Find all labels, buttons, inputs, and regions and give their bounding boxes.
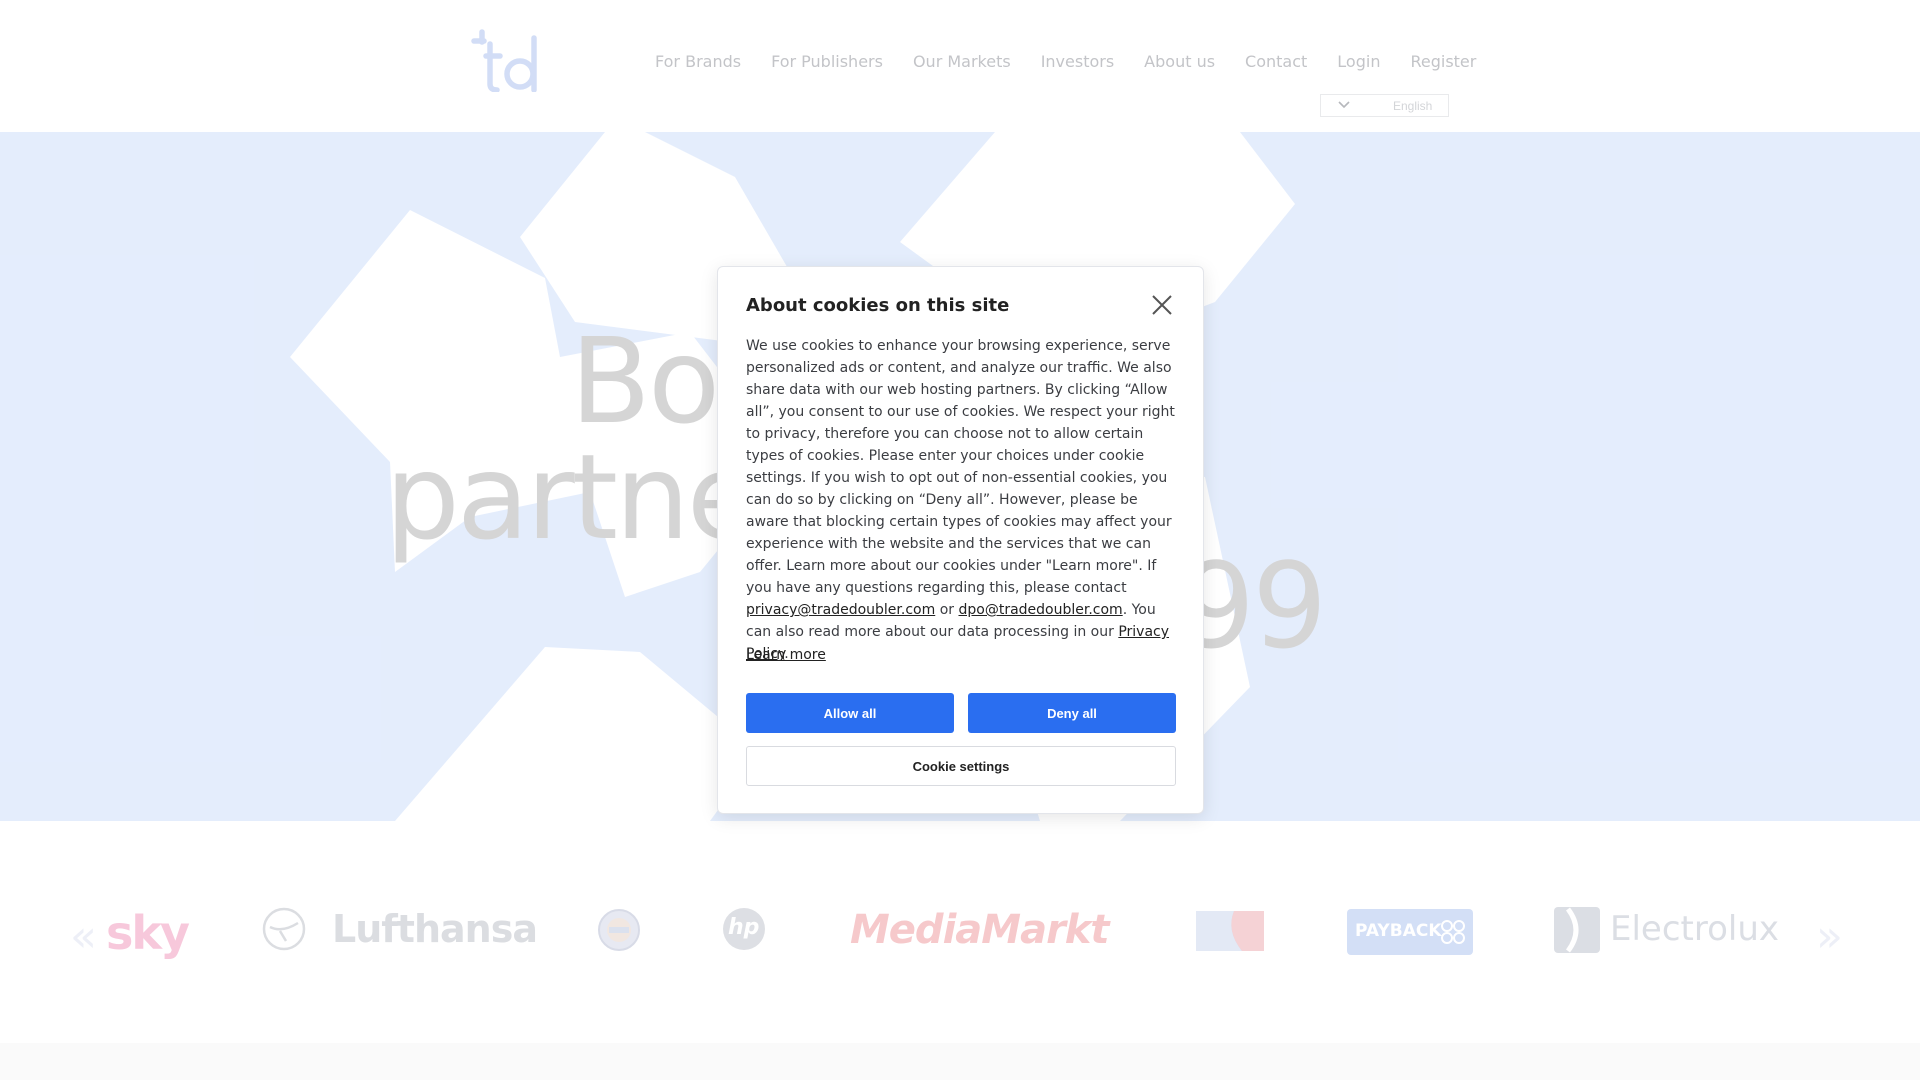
cookie-dialog-body: We use cookies to enhance your browsing …	[746, 335, 1181, 665]
privacy-email-link[interactable]: privacy@tradedoubler.com	[746, 602, 935, 618]
page: For Brands For Publishers Our Markets In…	[0, 0, 1920, 1080]
cookie-body-or: or	[935, 602, 959, 618]
learn-more-link[interactable]: Learn more	[746, 647, 826, 663]
cookie-consent-dialog: About cookies on this site We use cookie…	[717, 266, 1204, 814]
cookie-body-text: We use cookies to enhance your browsing …	[746, 338, 1175, 596]
deny-all-button[interactable]: Deny all	[968, 693, 1176, 733]
close-icon[interactable]	[1150, 293, 1174, 317]
allow-all-button[interactable]: Allow all	[746, 693, 954, 733]
cookie-dialog-title: About cookies on this site	[746, 295, 1010, 316]
dpo-email-link[interactable]: dpo@tradedoubler.com	[958, 602, 1122, 618]
cookie-settings-button[interactable]: Cookie settings	[746, 746, 1176, 786]
